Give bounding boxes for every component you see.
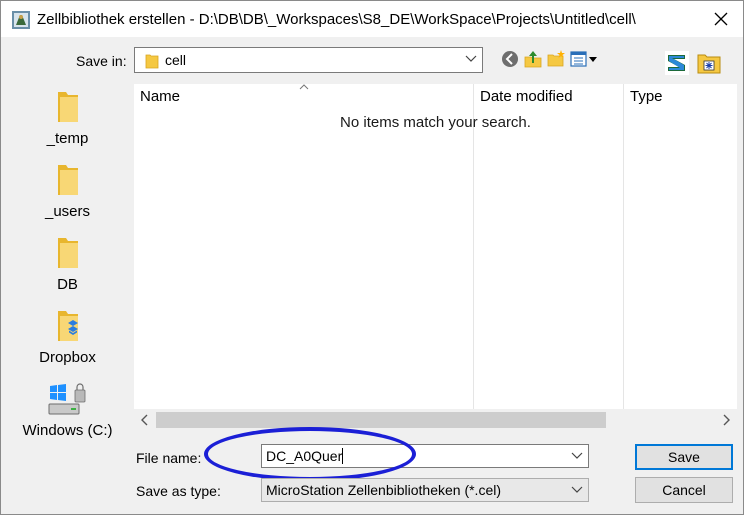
sort-ascending-icon [299,84,309,90]
dropbox-folder-icon [58,311,78,341]
column-separator[interactable] [473,84,474,409]
place-label: _temp [46,130,89,147]
microstation-icon[interactable] [665,51,689,75]
chevron-left-icon [141,414,148,426]
folder-config-icon[interactable] [697,51,721,75]
back-icon[interactable] [500,49,520,69]
places-bar: _temp _users DB Dropbox Windows (C:) [7,84,128,455]
scroll-thumb[interactable] [156,412,606,428]
drive-icon [48,383,86,415]
title-bar: Zellbibliothek erstellen - D:\DB\DB\_Wor… [1,1,743,37]
save-as-type-dropdown[interactable]: MicroStation Zellenbibliotheken (*.cel) [261,478,589,502]
chevron-right-icon [723,414,730,426]
save-button[interactable]: Save [635,444,733,470]
window-title: Zellbibliothek erstellen - D:\DB\DB\_Wor… [37,11,636,28]
file-name-value: DC_A0Quer [266,448,343,464]
place-label: DB [57,276,78,293]
close-icon [714,12,728,26]
chevron-down-icon[interactable] [571,452,583,460]
file-name-label: File name: [136,450,202,466]
horizontal-scrollbar[interactable] [134,409,737,431]
column-separator[interactable] [623,84,624,409]
column-header-type[interactable]: Type [624,84,737,110]
place-label: Windows (C:) [22,422,113,439]
place-dropbox[interactable]: Dropbox [7,303,128,373]
save-in-label: Save in: [76,53,127,69]
place-db[interactable]: DB [7,230,128,300]
cancel-button[interactable]: Cancel [635,477,733,503]
close-button[interactable] [699,1,743,37]
save-dialog: Zellbibliothek erstellen - D:\DB\DB\_Wor… [0,0,744,515]
chevron-down-icon [571,486,583,493]
save-in-dropdown[interactable]: cell [134,47,483,73]
empty-message: No items match your search. [340,114,531,131]
folder-icon [145,54,159,69]
file-name-input[interactable]: DC_A0Quer [261,444,589,468]
app-icon [12,11,30,29]
view-menu-icon[interactable] [570,49,598,69]
scroll-left-button[interactable] [134,409,156,431]
scroll-right-button[interactable] [715,409,737,431]
folder-icon [58,165,78,195]
folder-icon [58,238,78,268]
place-label: _users [44,203,91,220]
chevron-down-icon [465,55,477,62]
place-label: Dropbox [39,349,96,366]
column-header-date-modified[interactable]: Date modified [474,84,623,110]
place-windows-c[interactable]: Windows (C:) [7,376,128,446]
text-caret [342,448,343,464]
folder-icon [58,92,78,122]
save-as-type-value: MicroStation Zellenbibliotheken (*.cel) [266,482,501,498]
new-folder-icon[interactable] [546,49,566,69]
up-folder-icon[interactable] [523,49,543,69]
place-temp[interactable]: _temp [7,84,128,154]
save-as-type-label: Save as type: [136,483,221,499]
save-in-value: cell [165,52,187,68]
file-list[interactable]: Name Date modified Type No items match y… [134,84,737,431]
place-users[interactable]: _users [7,157,128,227]
